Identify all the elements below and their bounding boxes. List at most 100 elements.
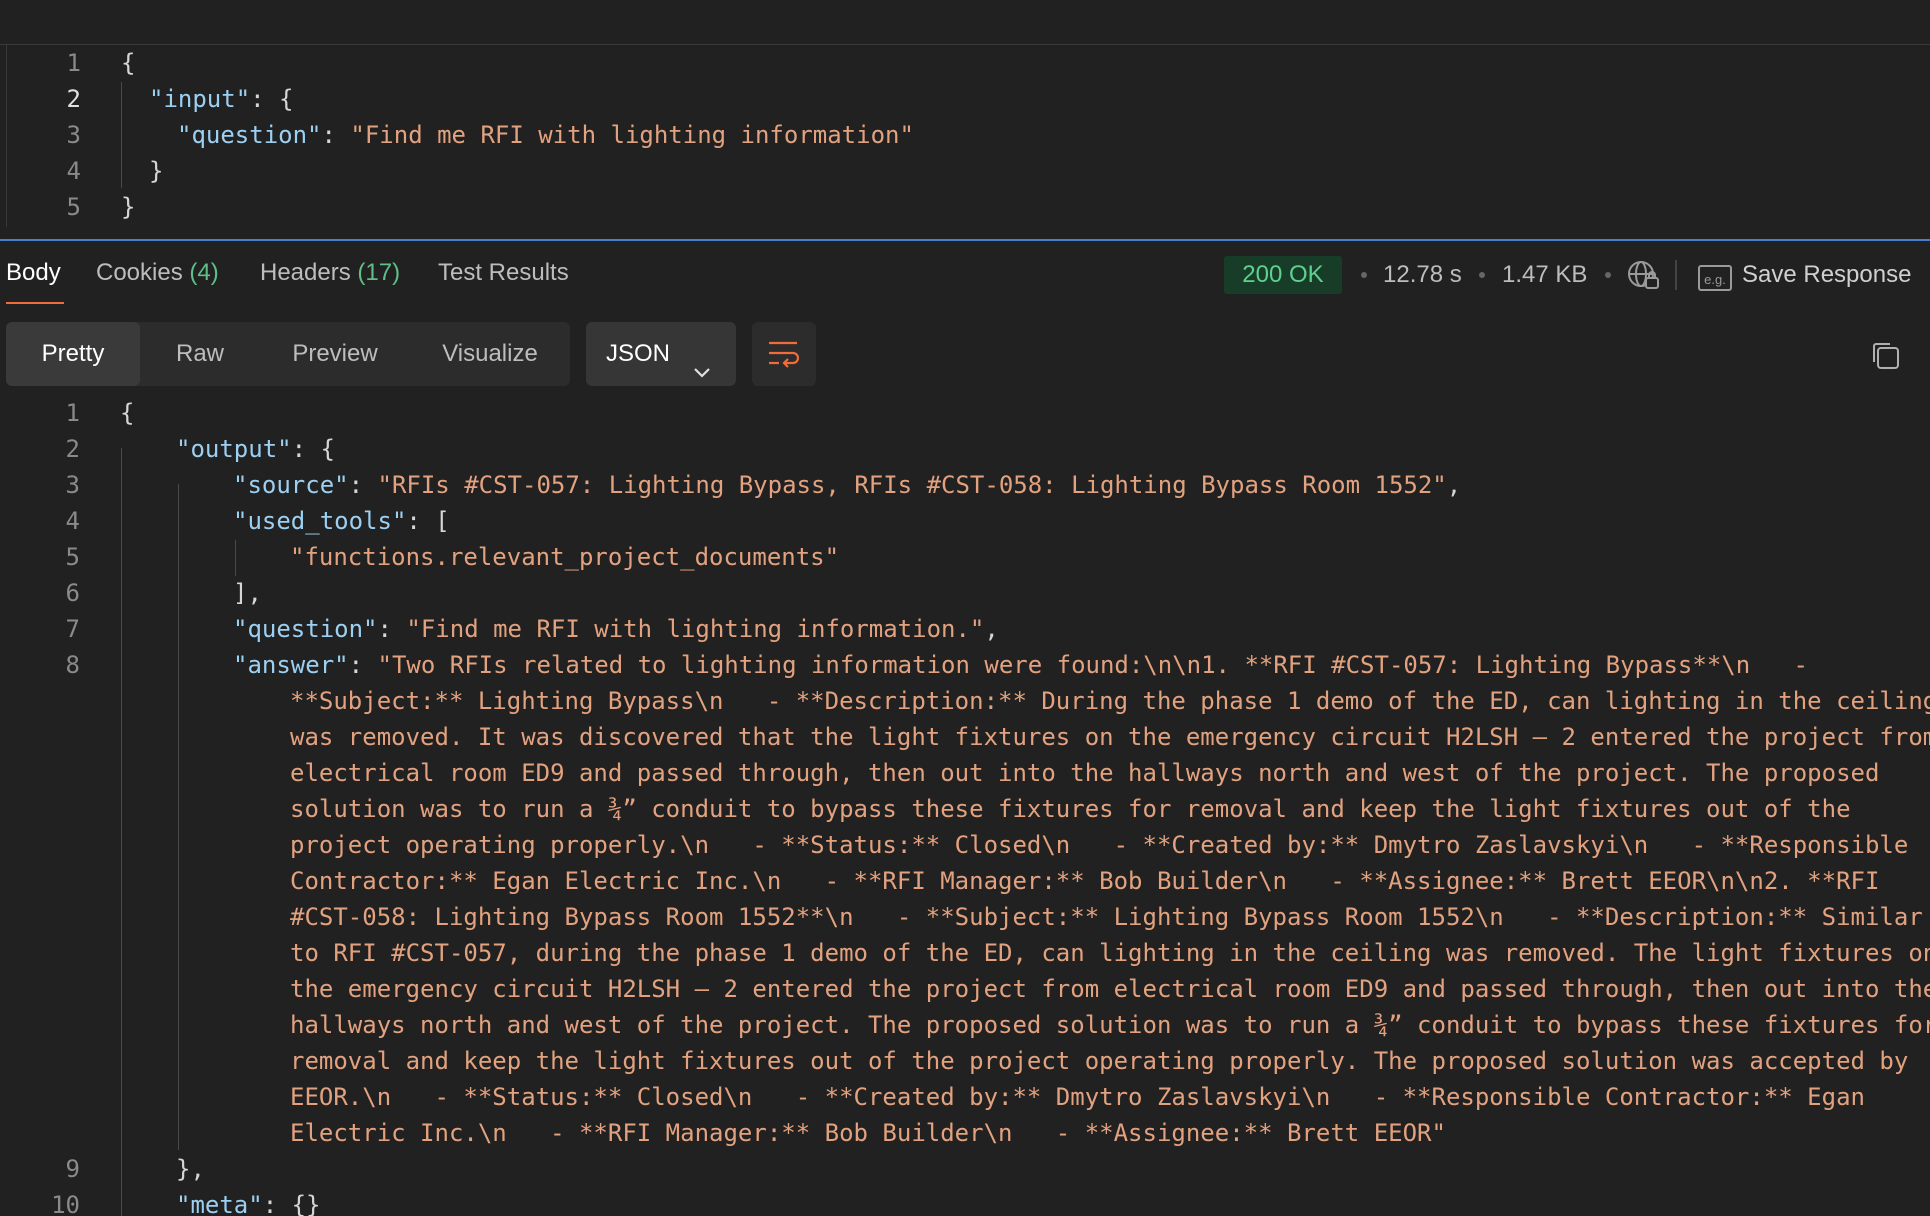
code-line: "functions.relevant_project_documents" [290, 539, 839, 575]
json-string: Electric Inc.\n - **RFI Manager:** Bob B… [290, 1119, 1446, 1147]
vertical-divider [1675, 260, 1677, 290]
code-line: was removed. It was discovered that the … [290, 719, 1930, 755]
json-punctuation: , [984, 615, 999, 643]
format-select-value: JSON [606, 340, 671, 367]
code-line: ], [233, 575, 262, 611]
tab-label: Test Results [438, 259, 569, 286]
wrap-lines-icon [767, 338, 801, 375]
json-string: to RFI #CST-057, during the phase 1 demo… [290, 939, 1930, 967]
tab-cookies[interactable]: Cookies (4) [96, 250, 219, 310]
json-string: "functions.relevant_project_documents" [290, 543, 840, 571]
line-number: 7 [65, 615, 80, 643]
json-string: EEOR.\n - **Status:** Closed\n - **Creat… [290, 1083, 1865, 1111]
json-key: "input" [149, 85, 251, 113]
json-punctuation: : [377, 615, 407, 643]
code-line: }, [176, 1151, 205, 1187]
code-line: **Subject:** Lighting Bypass\n - **Descr… [290, 683, 1930, 719]
code-line: "answer": "Two RFIs related to lighting … [233, 647, 1808, 683]
code-line: } [149, 153, 163, 189]
json-punctuation: : [ [406, 507, 450, 535]
json-key: "question" [177, 121, 322, 149]
line-number: 3 [66, 121, 81, 149]
code-line: "output": { [176, 431, 335, 467]
line-number: 8 [65, 651, 80, 679]
line-number: 10 [51, 1191, 80, 1216]
view-mode-preview[interactable]: Preview [260, 322, 410, 386]
line-number: 1 [65, 399, 80, 427]
code-line: "source": "RFIs #CST-057: Lighting Bypas… [233, 467, 1461, 503]
response-size[interactable]: 1.47 KB [1502, 256, 1587, 294]
code-line: { [120, 395, 134, 431]
json-string: **Subject:** Lighting Bypass\n - **Descr… [290, 687, 1930, 715]
json-punctuation: }, [176, 1155, 205, 1183]
code-line: "used_tools": [ [233, 503, 450, 539]
json-punctuation: { [121, 49, 136, 77]
tab-label: Headers [260, 259, 351, 286]
pane-splitter[interactable] [0, 239, 1930, 241]
code-line: Electric Inc.\n - **RFI Manager:** Bob B… [290, 1115, 1446, 1151]
view-mode-segmented-control: Pretty Raw Preview Visualize [6, 322, 570, 386]
code-line: "question": "Find me RFI with lighting i… [233, 611, 999, 647]
tab-label: Cookies [96, 259, 183, 286]
save-response-label: Save Response [1742, 261, 1912, 288]
json-punctuation: , [1446, 471, 1462, 499]
json-punctuation: : [321, 121, 351, 149]
json-key: "used_tools" [233, 507, 407, 535]
code-line: #CST-058: Lighting Bypass Room 1552**\n … [290, 899, 1923, 935]
indent-guide [178, 484, 179, 1150]
line-number: 4 [65, 507, 80, 535]
tab-headers[interactable]: Headers (17) [260, 250, 400, 310]
json-key: "answer" [233, 651, 349, 679]
json-punctuation: { [120, 399, 135, 427]
view-mode-pretty[interactable]: Pretty [6, 322, 140, 386]
line-number: 9 [65, 1155, 80, 1183]
code-line: electrical room ED9 and passed through, … [290, 755, 1879, 791]
json-string: "Find me RFI with lighting information" [350, 121, 914, 149]
json-punctuation: } [121, 193, 136, 221]
status-badge[interactable]: 200 OK [1224, 256, 1342, 294]
example-icon: e.g. [1698, 264, 1732, 291]
copy-icon [1868, 343, 1904, 378]
view-mode-visualize[interactable]: Visualize [410, 322, 570, 386]
json-key: "meta" [176, 1191, 263, 1216]
json-string: Contractor:** Egan Electric Inc.\n - **R… [290, 867, 1880, 895]
json-punctuation: : { [250, 85, 294, 113]
code-line: { [121, 45, 135, 81]
json-string: "Find me RFI with lighting information." [406, 615, 985, 643]
wrap-lines-button[interactable] [752, 322, 816, 386]
json-key: "source" [233, 471, 349, 499]
indent-guide [121, 82, 122, 188]
response-time[interactable]: 12.78 s [1383, 256, 1462, 294]
line-number: 5 [65, 543, 80, 571]
code-line: } [121, 189, 135, 225]
code-line: the emergency circuit H2LSH – 2 entered … [290, 971, 1930, 1007]
json-string: #CST-058: Lighting Bypass Room 1552**\n … [290, 903, 1923, 931]
line-number: 1 [66, 49, 81, 77]
json-string: "RFIs #CST-057: Lighting Bypass, RFIs #C… [377, 471, 1447, 499]
response-body-viewer[interactable]: 1 {2 "output": {3 "source": "RFIs #CST-057:… [0, 395, 1930, 1216]
save-response-button[interactable]: e.g. Save Response [1698, 256, 1911, 294]
request-header-strip [0, 0, 1930, 45]
request-body-editor[interactable]: 1 {2 "input": {3 "question": "Find me RFI w… [6, 45, 1930, 227]
code-line: removal and keep the light fixtures out … [290, 1043, 1908, 1079]
separator-dot [1479, 272, 1485, 278]
code-line: "input": { [149, 81, 294, 117]
view-mode-raw[interactable]: Raw [140, 322, 260, 386]
json-key: "output" [176, 435, 292, 463]
json-string: the emergency circuit H2LSH – 2 entered … [290, 975, 1930, 1003]
json-punctuation: : [348, 471, 378, 499]
code-line: hallways north and west of the project. … [290, 1007, 1930, 1043]
tab-label: Body [6, 259, 61, 286]
tab-test-results[interactable]: Test Results [438, 250, 569, 310]
network-globe-icon[interactable] [1626, 258, 1660, 292]
copy-response-button[interactable] [1868, 338, 1904, 374]
tab-body[interactable]: Body [6, 250, 61, 310]
indent-guide [121, 448, 122, 1216]
json-punctuation: } [149, 157, 164, 185]
separator-dot [1605, 272, 1611, 278]
json-string: project operating properly.\n - **Status… [290, 831, 1909, 859]
json-punctuation: : [348, 651, 378, 679]
format-select[interactable]: JSON [586, 322, 736, 386]
code-line: "question": "Find me RFI with lighting i… [177, 117, 914, 153]
tab-count: (4) [189, 259, 219, 286]
